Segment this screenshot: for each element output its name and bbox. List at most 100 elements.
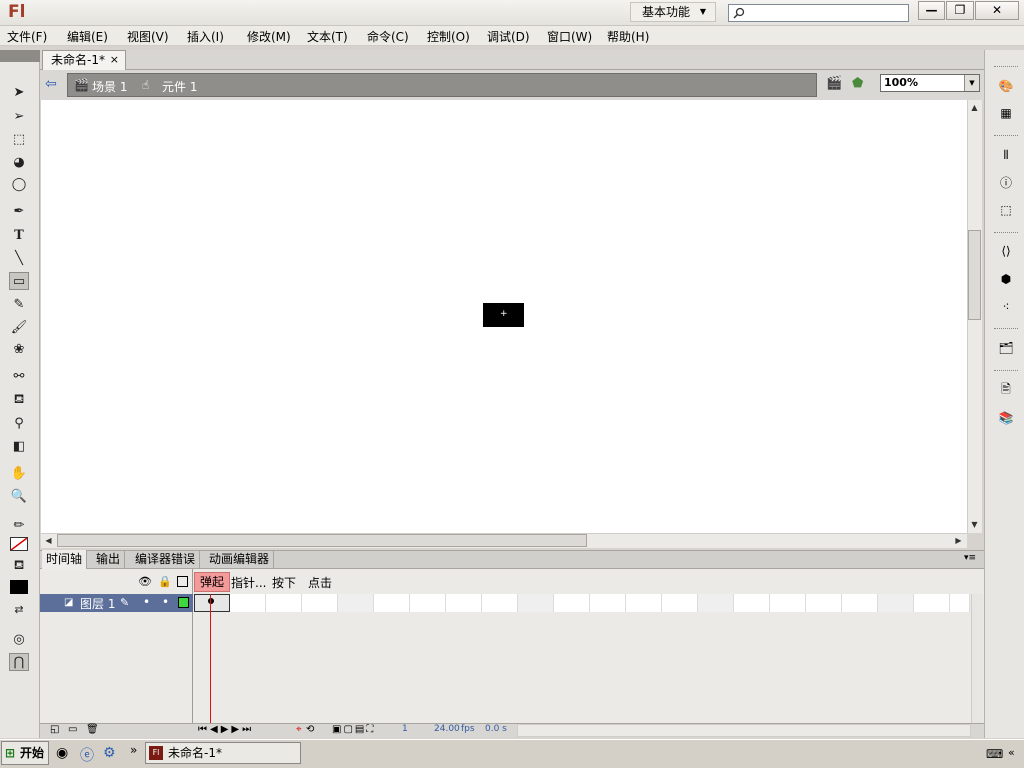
timeline-horizontal-scrollbar[interactable] [517,724,971,737]
lock-icon[interactable]: 🔒 [158,575,172,588]
pen-tool-icon[interactable]: ✒ [9,202,29,220]
free-transform-tool-icon[interactable]: ⬚ [9,130,29,148]
layer-lock-dot[interactable]: • [162,595,169,609]
scroll-right-icon[interactable]: ▶ [952,534,965,547]
eyedropper-tool-icon[interactable]: ⚲ [9,414,29,432]
menu-window[interactable]: 窗口(W) [547,28,592,45]
playback-controls[interactable]: ⏮◀▶▶⏭ [198,724,254,735]
frame-cell[interactable] [914,594,950,612]
selection-tool-icon[interactable]: ➤ [9,83,29,101]
close-icon[interactable]: × [110,51,119,69]
menu-modify[interactable]: 修改(M) [247,28,291,45]
layer-visibility-dot[interactable]: • [143,595,150,609]
restore-button[interactable]: ❐ [946,1,974,20]
more-icon[interactable]: » [130,743,137,757]
onion-skin-icons[interactable]: ▣▢▤⛶ [332,724,375,735]
menu-view[interactable]: 视图(V) [127,28,169,45]
frame-cell[interactable] [554,594,590,612]
keyframe-cell[interactable] [194,594,230,612]
stroke-color-icon[interactable]: ✏ [9,516,29,534]
brush-tool-icon[interactable]: 🖌 [9,318,29,336]
menu-text[interactable]: 文本(T) [307,28,348,45]
object-drawing-icon[interactable]: ◎ [9,630,29,648]
rectangle-tool-icon[interactable]: ▭ [9,272,29,290]
frame-cell[interactable] [590,594,626,612]
timeline-vertical-scrollbar[interactable] [971,594,983,723]
tab-output[interactable]: 输出 [92,550,126,569]
playhead[interactable] [210,594,211,724]
components-panel-icon[interactable]: ⬢ [996,269,1016,289]
frame-cell[interactable] [662,594,698,612]
frame-cell[interactable] [626,594,662,612]
loop-icon[interactable]: ⟲ [306,724,314,735]
minimize-button[interactable]: — [918,1,945,20]
tools-panel-collapse[interactable] [0,50,40,62]
frame-strip[interactable] [194,594,970,612]
transform-panel-icon[interactable]: ⬚ [996,200,1016,220]
outline-icon[interactable] [177,576,188,587]
frame-label-up[interactable]: 弹起 [194,572,230,592]
menu-commands[interactable]: 命令(C) [367,28,409,45]
new-folder-icon[interactable]: ▭ [68,724,77,735]
frame-rate[interactable]: 24.00 [434,724,460,734]
code-snippets-icon[interactable]: ⟨⟩ [996,241,1016,261]
start-button[interactable]: ⊞ 开始 [1,741,49,765]
browser-icon[interactable]: ⓔ [80,745,94,765]
bone-tool-icon[interactable]: ⚯ [9,367,29,385]
tab-timeline[interactable]: 时间轴 [42,550,88,569]
project-panel-icon[interactable]: 🗂 [996,338,1016,358]
swatches-panel-icon[interactable]: ▦ [996,103,1016,123]
layer-row[interactable]: ◪ 图层 1 ✎ • • [40,594,193,612]
menu-control[interactable]: 控制(O) [427,28,470,45]
workspace-switcher[interactable]: 基本功能 ▼ [630,2,716,22]
document-tab[interactable]: 未命名-1* × [42,50,126,70]
frame-cell[interactable] [842,594,878,612]
edit-symbols-icon[interactable]: ⬟ [852,76,874,94]
fill-color-icon[interactable]: ⛾ [9,557,29,575]
tab-motion-editor[interactable]: 动画编辑器 [205,550,275,569]
center-frame-icon[interactable]: ⌖ [296,724,302,735]
scroll-up-icon[interactable]: ▲ [968,101,981,114]
menu-help[interactable]: 帮助(H) [607,28,649,45]
breadcrumb-symbol[interactable]: 元件 1 [162,78,197,95]
color-panel-icon[interactable]: 🎨 [996,76,1016,96]
tray-expand-icon[interactable]: « [1008,746,1015,759]
layer-name[interactable]: 图层 1 [80,595,115,612]
layer-outline-color[interactable] [178,597,189,608]
scroll-down-icon[interactable]: ▼ [968,518,981,531]
deco-tool-icon[interactable]: ❀ [9,340,29,358]
menu-edit[interactable]: 编辑(E) [67,28,108,45]
frame-cell[interactable] [338,594,374,612]
frame-cell[interactable] [806,594,842,612]
button-shape[interactable]: + [483,303,524,327]
frame-cell[interactable] [878,594,914,612]
line-tool-icon[interactable]: ╲ [9,249,29,267]
motion-presets-icon[interactable]: ⁖ [996,297,1016,317]
search-box[interactable] [728,4,909,22]
paint-bucket-tool-icon[interactable]: ⛾ [9,391,29,409]
text-tool-icon[interactable]: T [9,226,29,244]
menu-insert[interactable]: 插入(I) [187,28,224,45]
frame-cell[interactable] [446,594,482,612]
taskbar-item-document[interactable]: Fl 未命名-1* [145,742,301,764]
frame-cell[interactable] [734,594,770,612]
frame-cell[interactable] [698,594,734,612]
stroke-color-swatch[interactable] [10,537,28,551]
stage-horizontal-scroll-thumb[interactable] [57,534,587,547]
scroll-left-icon[interactable]: ◀ [42,534,55,547]
close-button[interactable]: ✕ [975,1,1019,20]
zoom-tool-icon[interactable]: 🔍 [9,487,29,505]
frame-cell[interactable] [482,594,518,612]
info-panel-icon[interactable]: ⓘ [996,172,1016,192]
media-player-icon[interactable]: ◉ [56,745,68,761]
keyboard-icon[interactable]: ⌨ [986,747,1003,761]
stage-vertical-scroll-thumb[interactable] [968,230,981,320]
properties-panel-icon[interactable]: 🖹 [996,380,1016,400]
back-arrow-icon[interactable]: ⇦ [45,76,65,94]
new-layer-icon[interactable]: ◱ [50,724,59,735]
frame-cell[interactable] [518,594,554,612]
frame-cell[interactable] [302,594,338,612]
eye-icon[interactable]: 👁 [138,575,152,588]
frame-cell[interactable] [950,594,970,612]
align-panel-icon[interactable]: ⫴ [996,145,1016,165]
